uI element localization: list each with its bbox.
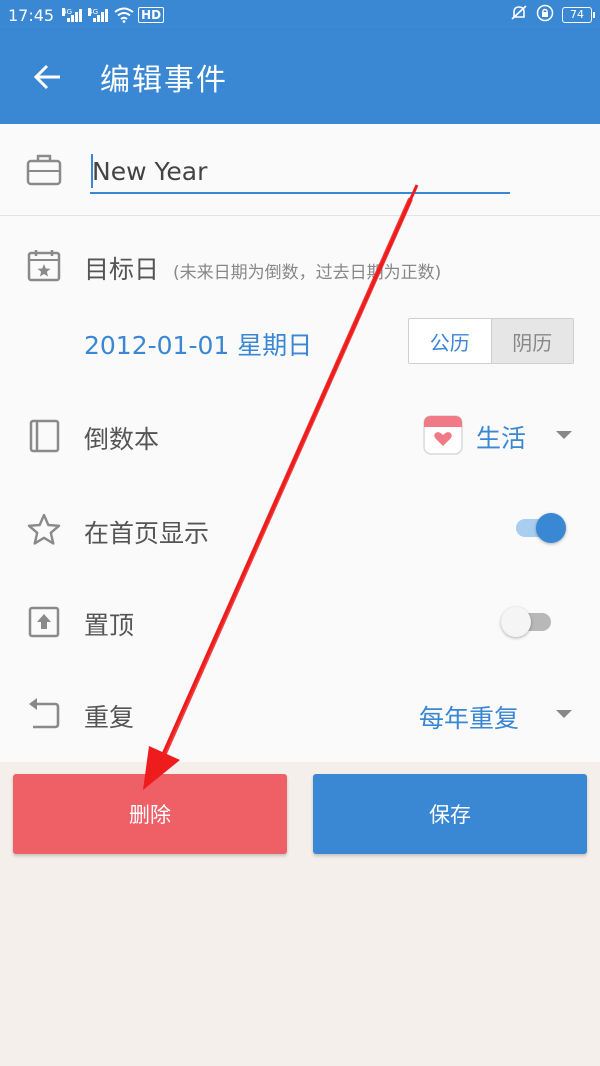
target-date-value[interactable]: 2012-01-01 星期日: [84, 326, 312, 362]
briefcase-icon: [24, 150, 64, 190]
countdown-book-label: 倒数本: [84, 425, 160, 454]
event-name-field-wrapper: [90, 150, 510, 194]
app-bar: 编辑事件: [0, 30, 600, 124]
target-day-label: 目标日: [84, 255, 160, 284]
toggle-thumb: [536, 513, 566, 543]
pin-label: 置顶: [84, 611, 135, 640]
heart-calendar-icon: [422, 414, 464, 460]
lunar-calendar-option[interactable]: 阴历: [491, 319, 573, 363]
hd-badge: HD: [138, 7, 165, 23]
repeat-dropdown-icon[interactable]: [556, 710, 572, 718]
target-day-hint: (未来日期为倒数，过去日期为正数): [173, 263, 442, 283]
target-day-row-label: 目标日 (未来日期为倒数，过去日期为正数): [84, 250, 441, 286]
network-type-label-2: 4G: [88, 8, 98, 16]
battery-icon: 74: [562, 7, 595, 23]
repeat-icon: [24, 694, 64, 734]
category-selector[interactable]: 生活: [422, 414, 526, 460]
lock-rotation-icon: [536, 4, 554, 26]
toggle-thumb: [501, 607, 531, 637]
calendar-star-icon: [24, 246, 64, 286]
mute-bell-icon: [510, 4, 528, 26]
book-icon: [24, 416, 64, 456]
show-on-homepage-toggle[interactable]: [514, 510, 568, 546]
pin-toggle[interactable]: [501, 604, 555, 640]
wifi-icon: [114, 7, 134, 23]
solar-calendar-option[interactable]: 公历: [409, 319, 492, 363]
category-dropdown-icon[interactable]: [556, 431, 572, 439]
arrow-left-icon: [33, 64, 60, 90]
event-form: 目标日 (未来日期为倒数，过去日期为正数) 2012-01-01 星期日 公历 阴…: [0, 124, 600, 762]
pin-to-top-icon: [24, 602, 64, 642]
cell-signal-icon-2: 4G: [88, 8, 109, 22]
event-name-row: [0, 124, 600, 216]
network-type-label: 4G: [62, 8, 72, 16]
category-value: 生活: [476, 424, 527, 453]
event-name-input[interactable]: [90, 150, 510, 192]
show-on-homepage-label: 在首页显示: [84, 519, 210, 548]
calendar-type-toggle: 公历 阴历: [408, 318, 574, 364]
page-title: 编辑事件: [100, 63, 228, 98]
status-time: 17:45: [8, 5, 55, 25]
save-button[interactable]: 保存: [313, 774, 587, 854]
back-button[interactable]: [20, 49, 76, 105]
star-icon: [24, 510, 64, 550]
text-caret: [91, 154, 93, 188]
repeat-label: 重复: [84, 703, 135, 732]
repeat-value[interactable]: 每年重复: [419, 699, 519, 735]
status-bar: 17:45 4G 4G HD 74: [0, 0, 600, 30]
cell-signal-icon: 4G: [62, 8, 83, 22]
delete-button[interactable]: 删除: [13, 774, 287, 854]
